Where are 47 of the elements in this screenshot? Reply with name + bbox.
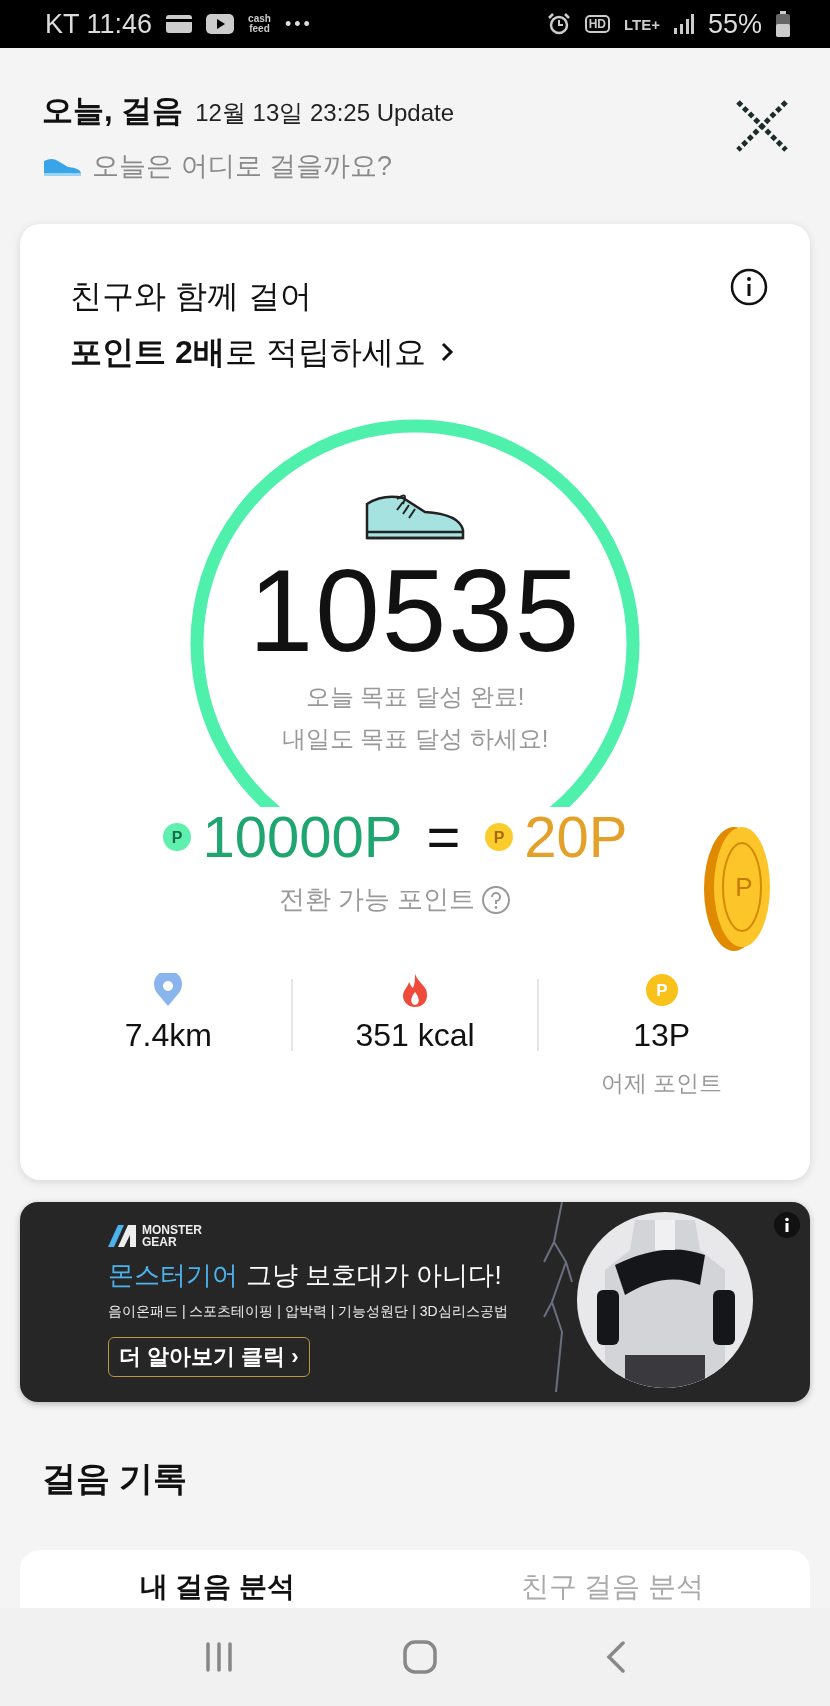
app-logo: cash feed (248, 14, 271, 34)
point-coin-icon: P (162, 821, 193, 852)
recent-apps-icon[interactable] (204, 1642, 235, 1672)
learn-more-button[interactable]: 더 알아보기 클릭 › (108, 1337, 310, 1377)
ad-features: 음이온패드 | 스포츠테이핑 | 압박력 | 기능성원단 | 3D심리스공법 (108, 1303, 509, 1321)
point-coin-icon: P (484, 821, 515, 852)
subtitle: 오늘은 어디로 걸을까요? (92, 150, 393, 183)
chevron-right-icon[interactable] (439, 341, 454, 363)
equals-sign: = (426, 803, 461, 870)
point-coin-icon: P (644, 973, 679, 1007)
promo-link[interactable]: 포인트 2배로 적립하세요 (70, 324, 426, 380)
page-title: 오늘, 걸음 (42, 92, 184, 130)
step-count: 10535 (248, 546, 582, 676)
hd-icon: HD (584, 15, 610, 33)
flame-icon (400, 973, 430, 1007)
home-icon[interactable] (403, 1640, 437, 1674)
battery-percent: 55% (707, 8, 762, 40)
location-pin-icon (153, 973, 184, 1007)
update-time: 12월 13일 23:25 Update (195, 98, 455, 128)
help-icon[interactable] (481, 884, 512, 915)
info-icon[interactable] (774, 1212, 800, 1238)
section-title: 걸음 기록 (41, 1458, 189, 1496)
back-icon[interactable] (605, 1641, 626, 1673)
stat-value: 7.4km (124, 1017, 212, 1054)
alarm-icon (546, 12, 571, 36)
conversion-label: 전환 가능 포인트 (278, 883, 476, 916)
network-label: LTE+ (623, 15, 660, 33)
ad-headline: 몬스터기어 그냥 보호대가 아니다! (108, 1259, 503, 1292)
analysis-tab[interactable]: 내 걸음 분석 (20, 1568, 415, 1608)
walk-points: 10000P (202, 803, 403, 870)
close-icon[interactable] (734, 98, 790, 154)
brand-logo-text: MONSTER GEAR (142, 1224, 202, 1248)
stat-value: 351 kcal (355, 1017, 475, 1054)
goal-message: 오늘 목표 달성 완료! (305, 682, 525, 712)
battery-icon (776, 11, 790, 37)
converted-points: 20P (524, 803, 628, 870)
goal-message: 내일도 목표 달성 하세요! (281, 724, 549, 754)
promo-text: 친구와 함께 걸어 (70, 277, 313, 316)
play-icon (206, 14, 235, 34)
stat-value: 13P (633, 1017, 691, 1054)
signal-icon (673, 14, 694, 34)
card-icon (166, 15, 193, 33)
info-icon[interactable] (730, 268, 768, 306)
status-text: KT 11:46 (45, 8, 153, 40)
stat-caption: 어제 포인트 (601, 1069, 723, 1098)
more-icon: ••• (284, 13, 313, 35)
brand-logo-icon (108, 1225, 138, 1247)
